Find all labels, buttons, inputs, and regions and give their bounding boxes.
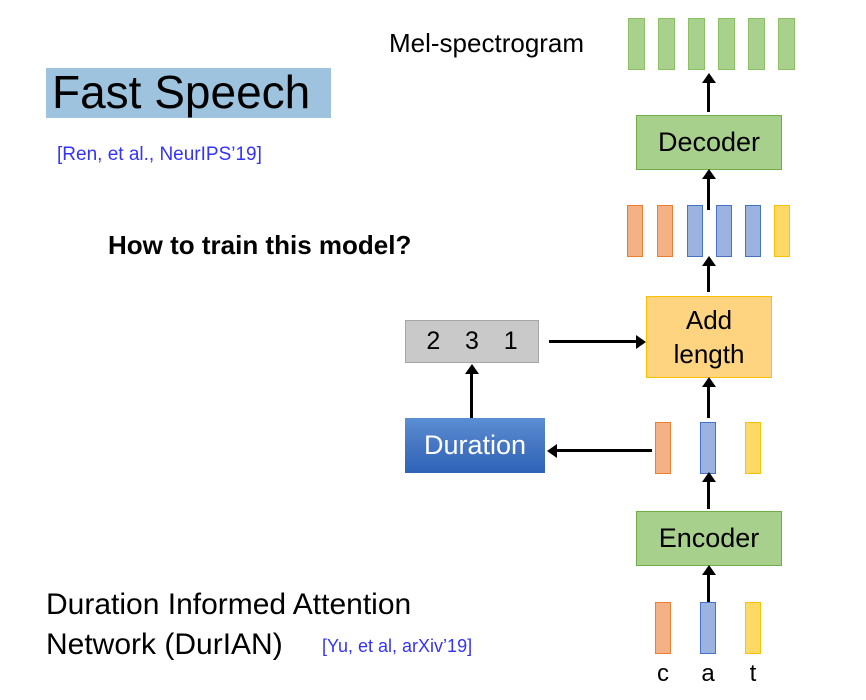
expanded-bar xyxy=(774,205,790,257)
phoneme-label: c xyxy=(657,660,669,687)
expanded-bar xyxy=(687,205,703,257)
arrow-encoder-to-hidden xyxy=(701,472,716,509)
mel-bar xyxy=(628,18,645,70)
arrow-hidden-to-addlength xyxy=(701,377,716,418)
duration-value: 2 xyxy=(426,327,441,355)
duration-label: Duration xyxy=(423,430,527,460)
duration-values-box[interactable]: 2 3 1 xyxy=(405,320,539,363)
arrow-decoder-to-mel xyxy=(701,73,716,112)
phoneme-label: a xyxy=(701,660,715,687)
duration-value: 3 xyxy=(465,327,479,355)
mel-bar xyxy=(718,18,735,70)
expanded-bar xyxy=(716,205,732,257)
arrow-addlength-to-expanded xyxy=(701,256,716,292)
title-citation: [Ren, et al., NeurIPS’19] xyxy=(57,144,262,165)
mel-spectrogram-label: Mel-spectrogram xyxy=(389,28,585,58)
add-length-label-line1: Add xyxy=(685,305,733,335)
arrow-durations-to-addlength xyxy=(549,334,646,349)
input-bar xyxy=(655,602,671,654)
question-heading: How to train this model? xyxy=(108,230,412,260)
add-length-label-line2: length xyxy=(673,339,745,369)
durian-citation: [Yu, et al, arXiv’19] xyxy=(322,636,473,656)
encoder-label: Encoder xyxy=(658,523,760,553)
mel-bar xyxy=(778,18,795,70)
hidden-state-bar xyxy=(745,422,761,474)
arrow-duration-to-values xyxy=(464,364,479,418)
durian-title-line1: Duration Informed Attention xyxy=(46,588,412,621)
input-bar xyxy=(745,602,761,654)
encoder-box[interactable]: Encoder xyxy=(636,511,782,566)
input-bar xyxy=(700,602,716,654)
mel-bar xyxy=(688,18,705,70)
decoder-label: Decoder xyxy=(657,127,761,157)
duration-predictor-box[interactable]: Duration xyxy=(405,418,545,473)
add-length-box[interactable]: Add length xyxy=(646,296,772,378)
expanded-bar xyxy=(745,205,761,257)
durian-title-line2: Network (DurIAN) xyxy=(46,628,283,661)
expanded-bar xyxy=(657,205,673,257)
hidden-state-bar xyxy=(655,422,671,474)
slide-canvas: Fast Speech [Ren, et al., NeurIPS’19] Ho… xyxy=(0,0,866,700)
arrow-hidden-to-duration xyxy=(547,443,652,458)
duration-value: 1 xyxy=(503,327,518,355)
hidden-state-bar xyxy=(700,422,716,474)
mel-bar xyxy=(748,18,765,70)
page-title: Fast Speech xyxy=(52,66,311,118)
arrow-expanded-to-decoder xyxy=(701,169,716,210)
mel-bar xyxy=(658,18,675,70)
expanded-bar xyxy=(627,205,643,257)
decoder-box[interactable]: Decoder xyxy=(636,115,782,170)
phoneme-label: t xyxy=(749,660,757,687)
